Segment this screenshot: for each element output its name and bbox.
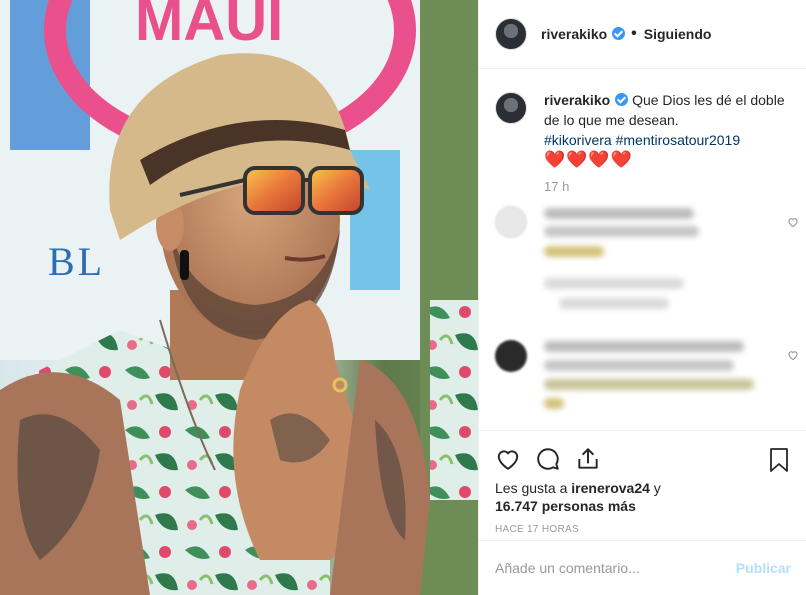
- avatar[interactable]: [495, 18, 527, 50]
- blurred-comment: [479, 200, 806, 310]
- likes-prefix: Les gusta a: [495, 480, 572, 496]
- username-link[interactable]: riverakiko: [541, 26, 626, 42]
- banner-text: MAUI: [135, 0, 283, 53]
- caption-emoji: ❤️❤️❤️❤️: [544, 150, 633, 169]
- caption-username-text: riverakiko: [544, 92, 611, 108]
- save-button[interactable]: [767, 447, 791, 478]
- comment-avatar[interactable]: [495, 340, 527, 372]
- comment-like-icon[interactable]: [787, 349, 799, 361]
- caption-body: riverakiko Que Dios les dé el doble de l…: [544, 90, 791, 197]
- speech-bubble-icon: [537, 448, 559, 470]
- comment-button[interactable]: [535, 439, 575, 479]
- bookmark-icon: [770, 448, 788, 472]
- caption-avatar[interactable]: [495, 92, 527, 124]
- comments-list[interactable]: riverakiko Que Dios les dé el doble de l…: [479, 70, 806, 430]
- comment-like-icon[interactable]: [787, 216, 799, 228]
- post-header: riverakiko • Siguiendo: [479, 0, 806, 69]
- comment-avatar[interactable]: [495, 206, 527, 238]
- liker-username[interactable]: irenerova24: [571, 480, 650, 496]
- username-text: riverakiko: [541, 26, 608, 42]
- post-photo[interactable]: MAUI BL: [0, 0, 478, 595]
- follow-status-button[interactable]: Siguiendo: [644, 26, 712, 42]
- likes-count-button[interactable]: 16.747 personas más: [495, 498, 636, 514]
- verified-badge-icon: [615, 93, 629, 106]
- like-button[interactable]: [495, 439, 535, 479]
- caption: riverakiko Que Dios les dé el doble de l…: [479, 70, 806, 197]
- post-timestamp[interactable]: HACE 17 HORAS: [495, 524, 791, 535]
- hashtag-link[interactable]: #kikorivera: [544, 132, 612, 148]
- share-icon: [578, 448, 598, 469]
- likes-suffix: y: [649, 480, 661, 496]
- likes-summary: Les gusta a irenerova24 y 16.747 persona…: [495, 479, 791, 515]
- action-bar: [495, 439, 791, 479]
- heart-outline-icon: [497, 450, 519, 470]
- caption-username[interactable]: riverakiko: [544, 92, 629, 108]
- post-photo-art: MAUI BL: [0, 0, 478, 595]
- verified-badge-icon: [612, 27, 626, 40]
- post-panel: riverakiko • Siguiendo riverakiko Que Di…: [478, 0, 806, 595]
- share-button[interactable]: [575, 439, 615, 479]
- post-actions: Les gusta a irenerova24 y 16.747 persona…: [479, 430, 806, 535]
- caption-time[interactable]: 17 h: [544, 177, 791, 197]
- hashtag-link[interactable]: #mentirosatour2019: [616, 132, 741, 148]
- sign-text: BL: [48, 239, 105, 284]
- publish-button[interactable]: Publicar: [736, 560, 791, 576]
- comment-input[interactable]: [495, 560, 736, 576]
- separator-dot: •: [631, 25, 637, 42]
- blurred-comment: [479, 335, 806, 415]
- add-comment-bar: Publicar: [479, 540, 806, 595]
